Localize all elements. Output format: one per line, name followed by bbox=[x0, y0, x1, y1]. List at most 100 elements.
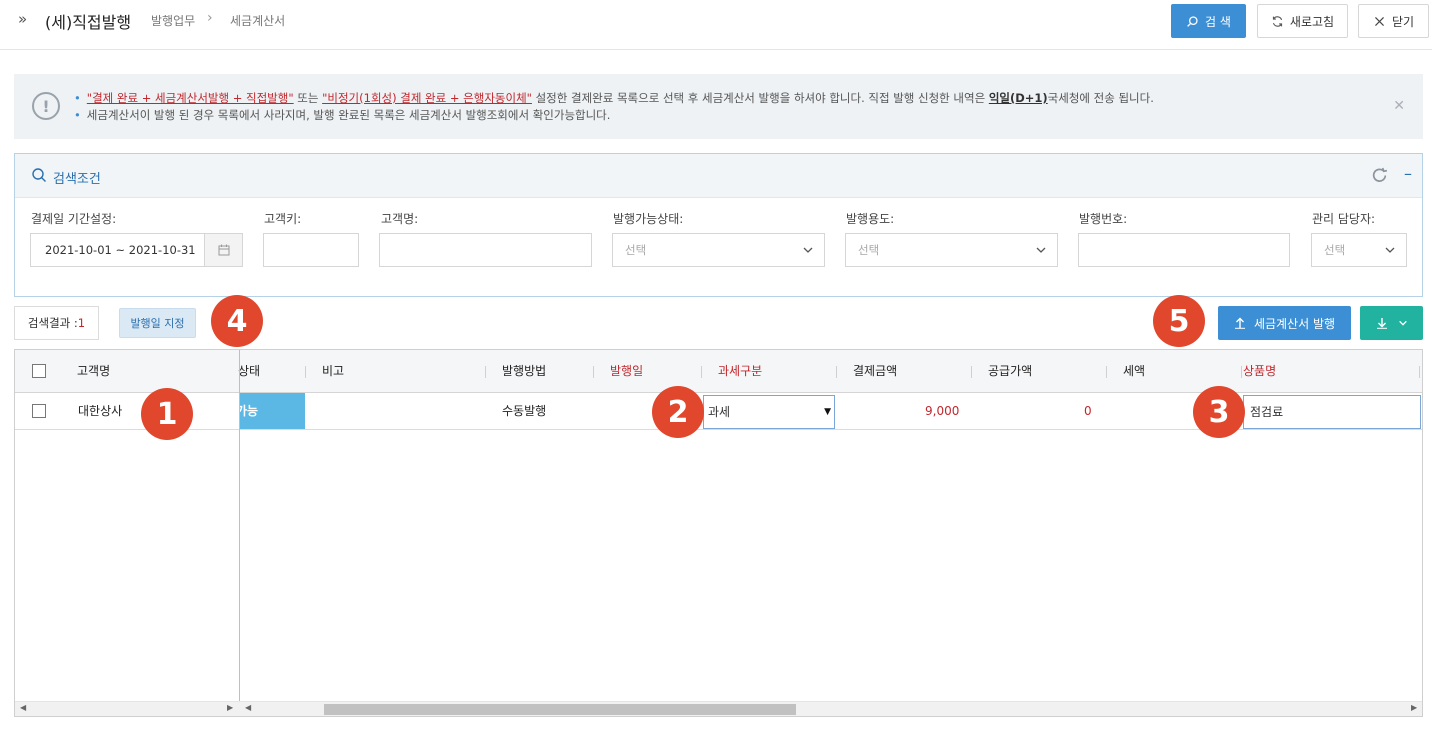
frozen-column-divider bbox=[239, 350, 240, 716]
close-button[interactable]: 닫기 bbox=[1358, 4, 1429, 38]
column-header-payment-amount[interactable]: 결제금액 bbox=[853, 350, 897, 393]
double-chevron-icon[interactable]: » bbox=[18, 10, 27, 28]
dismiss-icon[interactable]: ✕ bbox=[1393, 98, 1405, 114]
tax-type-select[interactable]: 과세 ▼ bbox=[703, 395, 835, 429]
notice-text: 설정한 결제완료 목록으로 선택 후 세금계산서 발행을 하셔야 합니다. 직접… bbox=[531, 91, 989, 105]
callout-marker-4: 4 bbox=[211, 295, 263, 347]
notice-text: 세금계산서이 발행 된 경우 목록에서 사라지며, 발행 완료된 목록은 세금계… bbox=[86, 108, 611, 122]
callout-marker-2: 2 bbox=[652, 386, 704, 438]
download-dropdown-button[interactable] bbox=[1360, 306, 1423, 340]
issue-tax-invoice-button[interactable]: 세금계산서 발행 bbox=[1218, 306, 1351, 340]
tax-type-value: 과세 bbox=[708, 405, 731, 419]
product-name-value: 점검료 bbox=[1250, 405, 1284, 419]
period-value: 2021-10-01 ~ 2021-10-31 bbox=[45, 243, 196, 257]
search-condition-panel: 검색조건 – 결제일 기간설정: 2021-10-01 ~ 2021-10-31… bbox=[14, 153, 1423, 297]
manager-select-value: 선택 bbox=[1324, 243, 1346, 257]
page-title: (세)직접발행 bbox=[45, 13, 132, 32]
manager-label: 관리 담당자: bbox=[1312, 212, 1376, 226]
column-header-tax-type[interactable]: 과세구분 bbox=[718, 350, 762, 393]
column-divider bbox=[971, 366, 972, 378]
cell-customer: 대한상사 bbox=[78, 404, 123, 418]
set-issue-date-button[interactable]: 발행일 지정 bbox=[119, 308, 196, 338]
bullet-icon: • bbox=[74, 91, 81, 105]
status-select[interactable]: 선택 bbox=[612, 233, 825, 267]
search-icon bbox=[1187, 15, 1198, 27]
column-divider bbox=[1106, 366, 1107, 378]
notice-text: 국세청에 전송 됩니다. bbox=[1047, 91, 1154, 105]
product-name-input[interactable]: 점검료 bbox=[1243, 395, 1421, 429]
chevron-down-icon bbox=[803, 247, 813, 253]
purpose-select[interactable]: 선택 bbox=[845, 233, 1058, 267]
collapse-icon[interactable]: – bbox=[1404, 164, 1412, 183]
callout-marker-1: 1 bbox=[141, 388, 193, 440]
purpose-select-value: 선택 bbox=[858, 243, 880, 257]
status-select-value: 선택 bbox=[625, 243, 647, 257]
column-divider bbox=[305, 366, 306, 378]
notice-box: ! • "결제 완료 + 세금계산서발행 + 직접발행" 또는 "비정기(1회성)… bbox=[14, 74, 1423, 139]
upload-icon bbox=[1234, 317, 1245, 329]
column-divider bbox=[485, 366, 486, 378]
customer-key-label: 고객키: bbox=[264, 212, 302, 226]
result-count-value: 1 bbox=[77, 316, 86, 330]
cell-supply-amount: 0 bbox=[1084, 404, 1092, 418]
notice-line-2: • 세금계산서이 발행 된 경우 목록에서 사라지며, 발행 완료된 목록은 세금… bbox=[74, 107, 1154, 124]
refresh-icon bbox=[1272, 15, 1282, 27]
column-divider bbox=[701, 366, 702, 378]
issue-button-label: 세금계산서 발행 bbox=[1253, 316, 1336, 331]
breadcrumb-item-tax-invoice: 세금계산서 bbox=[230, 14, 286, 28]
breadcrumb-item-issue-work[interactable]: 발행업무 bbox=[151, 12, 195, 29]
select-all-checkbox[interactable] bbox=[32, 364, 46, 378]
scroll-right-icon[interactable]: ▶ bbox=[227, 703, 233, 712]
column-header-status[interactable]: 상태 bbox=[236, 350, 288, 393]
notice-emphasis: 익일(D+1) bbox=[988, 91, 1048, 105]
column-divider bbox=[593, 366, 594, 378]
customer-name-label: 고객명: bbox=[381, 212, 419, 226]
bullet-icon: • bbox=[74, 108, 81, 122]
calendar-icon[interactable] bbox=[204, 234, 242, 266]
notice-list: • "결제 완료 + 세금계산서발행 + 직접발행" 또는 "비정기(1회성) 결… bbox=[74, 90, 1154, 124]
column-header-tax[interactable]: 세액 bbox=[1123, 350, 1145, 393]
chevron-down-icon bbox=[1385, 247, 1395, 253]
callout-marker-5: 5 bbox=[1153, 295, 1205, 347]
reset-icon[interactable] bbox=[1371, 167, 1388, 184]
column-header-supply-amount[interactable]: 공급가액 bbox=[988, 350, 1032, 393]
search-panel-title: 검색조건 bbox=[53, 172, 101, 187]
alert-icon: ! bbox=[32, 92, 60, 120]
customer-key-input[interactable] bbox=[263, 233, 359, 267]
customer-name-input[interactable] bbox=[379, 233, 592, 267]
notice-text: 또는 bbox=[293, 91, 323, 105]
close-icon bbox=[1374, 16, 1384, 26]
purpose-label: 발행용도: bbox=[846, 212, 895, 226]
notice-line-1: • "결제 완료 + 세금계산서발행 + 직접발행" 또는 "비정기(1회성) 결… bbox=[74, 90, 1154, 107]
column-header-issue-date[interactable]: 발행일 bbox=[610, 350, 643, 393]
chevron-down-icon bbox=[1398, 320, 1407, 326]
period-label: 결제일 기간설정: bbox=[31, 212, 117, 226]
search-button[interactable]: 검 색 bbox=[1171, 4, 1246, 38]
scrollbar-thumb[interactable] bbox=[324, 704, 796, 715]
refresh-button[interactable]: 새로고침 bbox=[1257, 4, 1348, 38]
period-input[interactable]: 2021-10-01 ~ 2021-10-31 bbox=[30, 233, 243, 267]
scroll-right-icon[interactable]: ▶ bbox=[1411, 703, 1417, 712]
cell-method: 수동발행 bbox=[502, 404, 547, 418]
close-button-label: 닫기 bbox=[1391, 14, 1415, 29]
column-header-note[interactable]: 비고 bbox=[322, 350, 344, 393]
notice-condition-2: "비정기(1회성) 결제 완료 + 은행자동이체" bbox=[322, 91, 532, 105]
page-header: » (세)직접발행 발행업무 › 세금계산서 검 색 새로고침 닫기 bbox=[0, 0, 1432, 50]
status-label: 발행가능상태: bbox=[613, 212, 684, 226]
column-header-customer[interactable]: 고객명 bbox=[77, 350, 110, 393]
number-label: 발행번호: bbox=[1079, 212, 1128, 226]
horizontal-scrollbar[interactable]: ◀ ▶ ◀ ▶ bbox=[15, 701, 1422, 716]
manager-select[interactable]: 선택 bbox=[1311, 233, 1407, 267]
number-input[interactable] bbox=[1078, 233, 1290, 267]
dropdown-triangle-icon: ▼ bbox=[824, 407, 831, 417]
notice-condition-1: "결제 완료 + 세금계산서발행 + 직접발행" bbox=[86, 91, 294, 105]
column-header-product[interactable]: 상품명 bbox=[1243, 350, 1276, 393]
result-count-label: 검색결과 : bbox=[27, 316, 78, 330]
column-header-method[interactable]: 발행방법 bbox=[502, 350, 546, 393]
scroll-left-icon[interactable]: ◀ bbox=[20, 703, 26, 712]
column-divider bbox=[836, 366, 837, 378]
scroll-left-icon[interactable]: ◀ bbox=[245, 703, 251, 712]
download-icon bbox=[1376, 318, 1387, 329]
row-checkbox[interactable] bbox=[32, 404, 46, 418]
result-count: 검색결과 : 1 bbox=[14, 306, 99, 340]
